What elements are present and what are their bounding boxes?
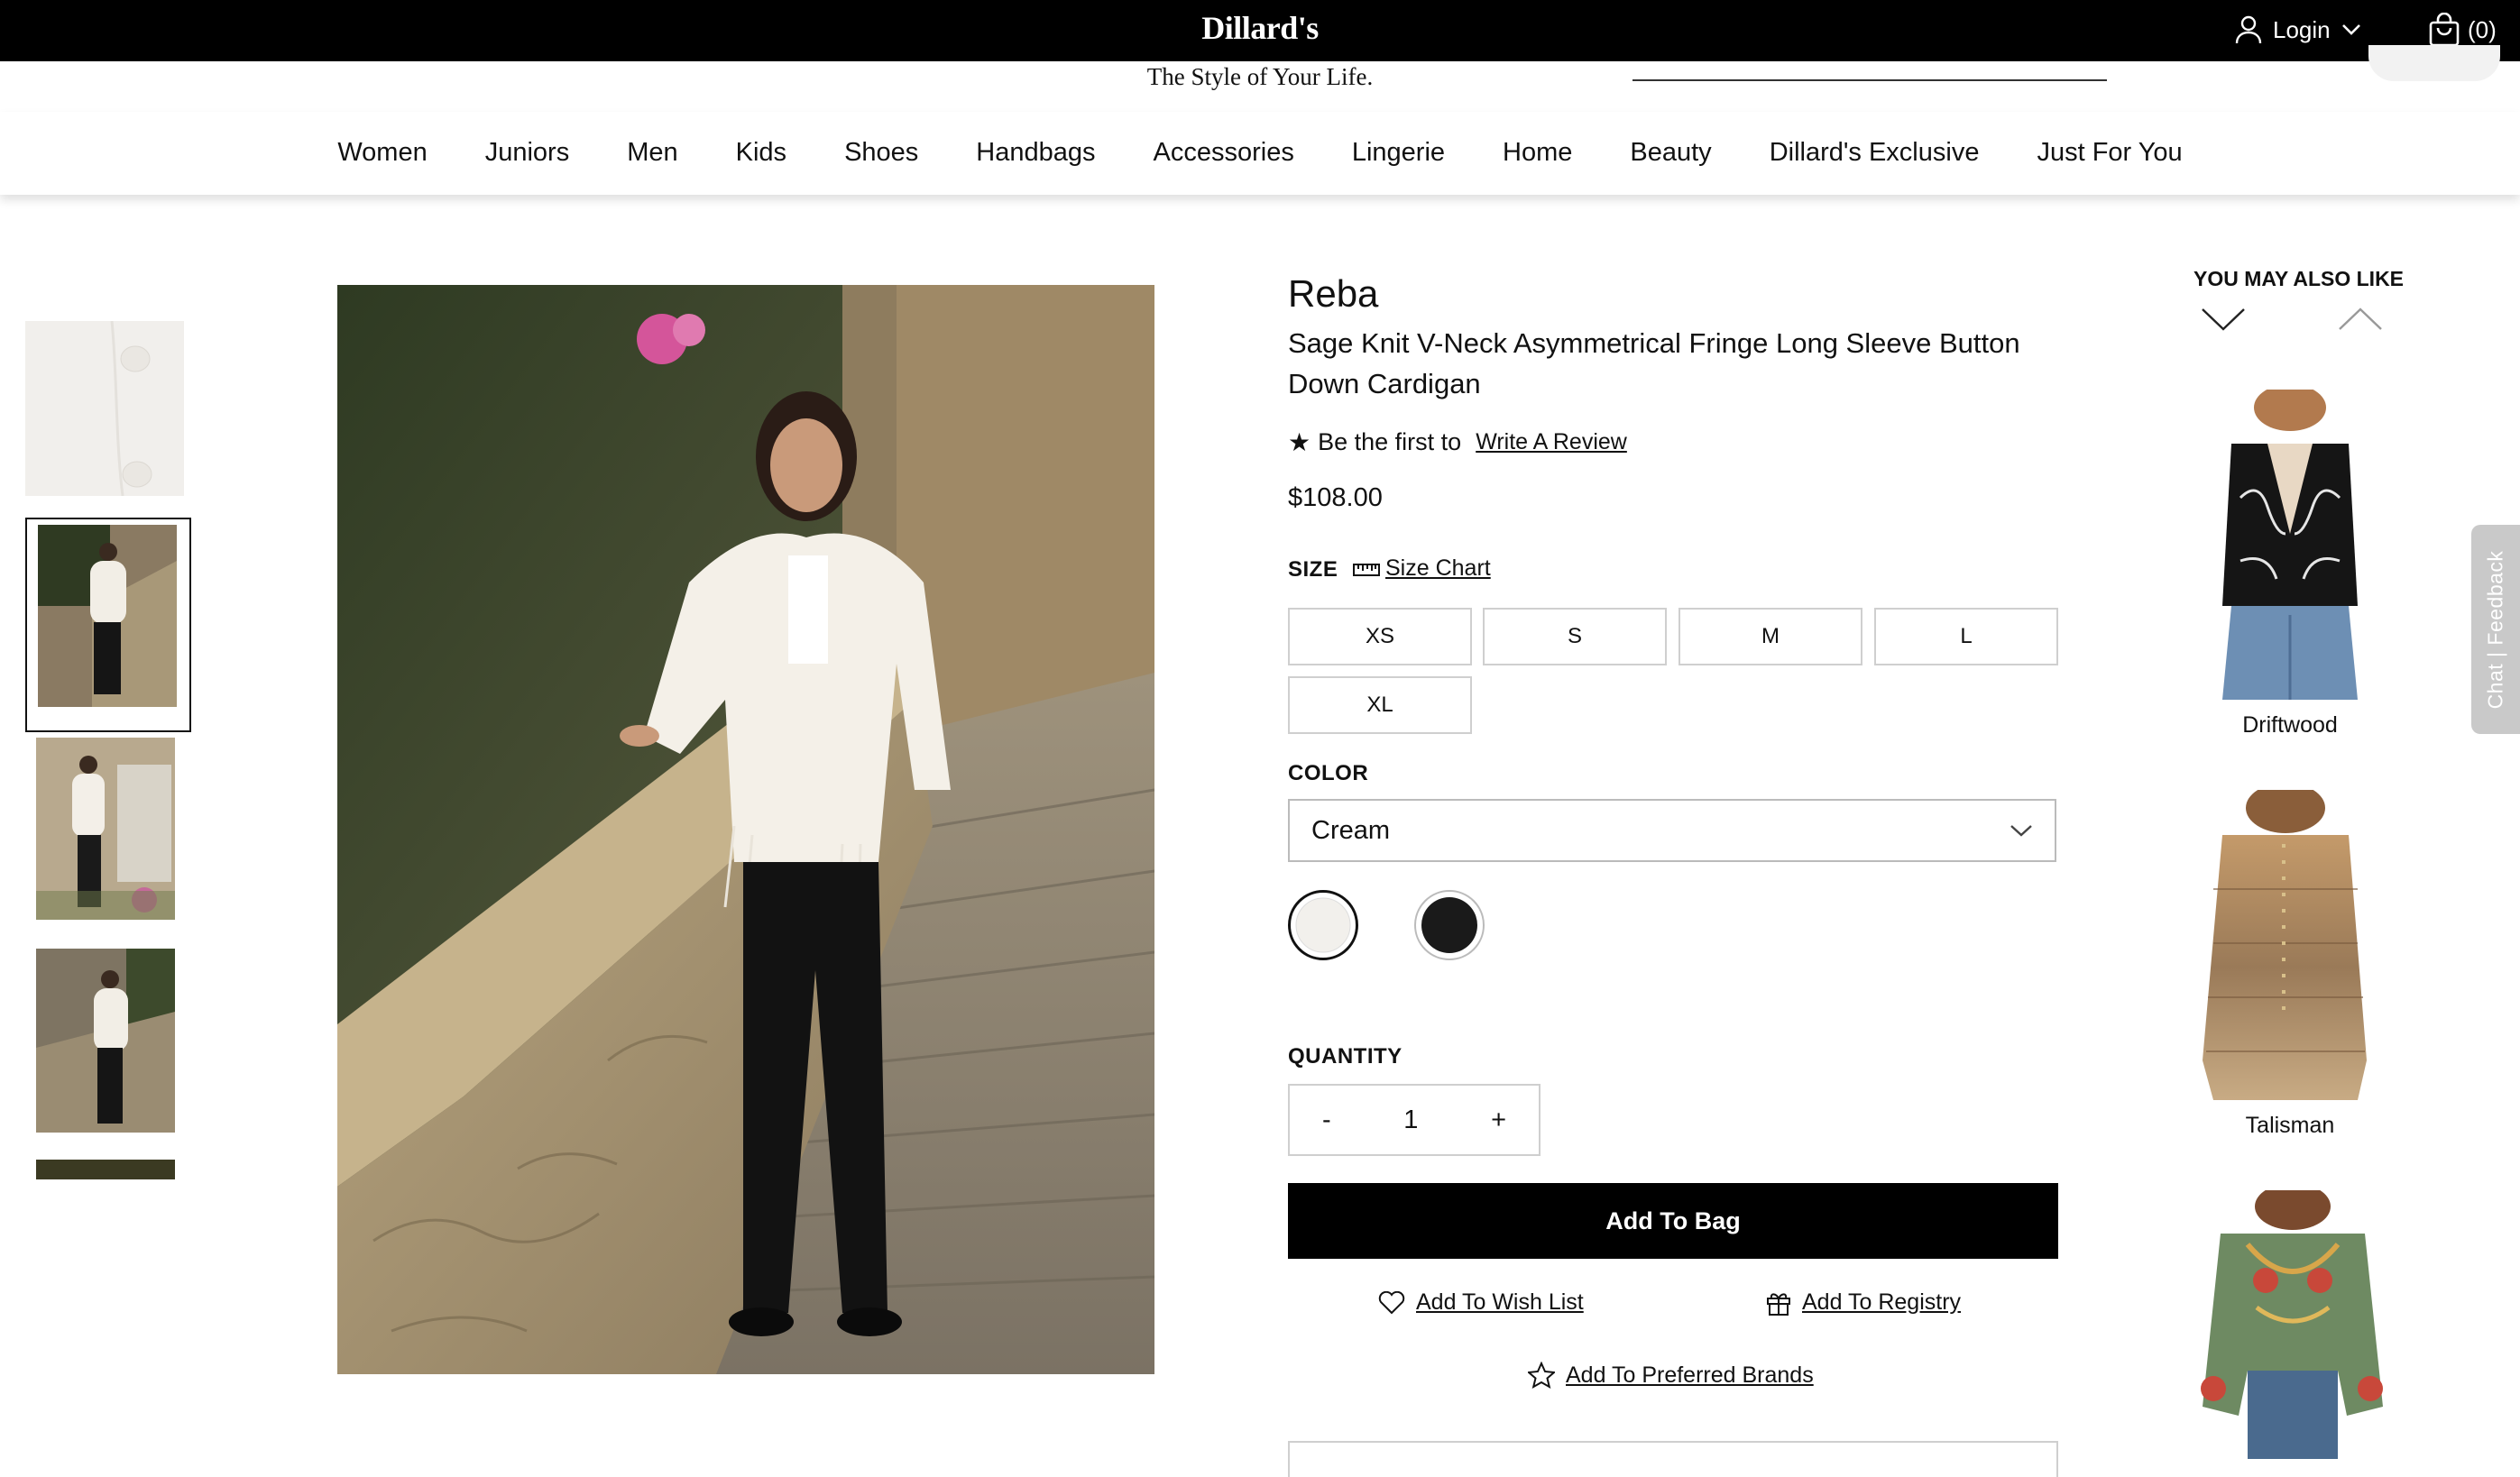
login-menu[interactable]: Login [2235,14,2361,46]
chevron-up-icon[interactable] [2338,307,2383,332]
size-button-m[interactable]: M [1678,608,1862,665]
login-label: Login [2273,15,2331,43]
details-accordion[interactable] [1288,1441,2058,1477]
main-product-image[interactable] [337,285,1154,1374]
product-name: Sage Knit V-Neck Asymmetrical Fringe Lon… [1288,327,2020,399]
recommendation-image-talisman[interactable] [2186,790,2383,1100]
chevron-down-icon[interactable] [2201,307,2246,332]
search-input[interactable] [1632,79,2107,81]
nav-item-women[interactable]: Women [308,133,455,171]
size-button-s[interactable]: S [1483,608,1667,665]
chevron-down-icon [2341,24,2360,35]
nav-item-accessories[interactable]: Accessories [1125,133,1323,171]
recommendation-label-driftwood[interactable]: Driftwood [2173,712,2407,738]
recommendations-title: YOU MAY ALSO LIKE [2194,267,2405,290]
quantity-plus-button[interactable]: + [1491,1105,1506,1135]
nav-item-shoes[interactable]: Shoes [815,133,947,171]
add-to-wish-list-link[interactable]: Add To Wish List [1378,1289,1584,1316]
quantity-label: QUANTITY [1288,1044,1403,1069]
nav-item-handbags[interactable]: Handbags [947,133,1124,171]
nav-item-kids[interactable]: Kids [707,133,815,171]
quantity-minus-button[interactable]: - [1322,1105,1331,1135]
size-label: SIZE [1288,557,1338,582]
chat-feedback-label: Chat | Feedback [2483,550,2507,709]
write-review-link[interactable]: Write A Review [1476,429,1627,455]
brand-name[interactable]: Reba [1288,272,1378,316]
size-chart-label: Size Chart [1385,555,1491,581]
chevron-down-icon [2010,825,2032,837]
star-outline-icon [1528,1362,1555,1389]
recommendation-label-talisman[interactable]: Talisman [2173,1113,2407,1139]
size-button-xs[interactable]: XS [1288,608,1472,665]
star-icon: ★ [1288,428,1311,456]
nav-item-beauty[interactable]: Beauty [1601,133,1740,171]
top-bar: Dillard's Login (0) [0,0,2520,61]
dillards-logo[interactable]: Dillard's [0,9,2520,47]
nav-item-just-for-you[interactable]: Just For You [2008,133,2211,171]
heart-icon [1378,1290,1405,1314]
swatch-cream[interactable] [1288,890,1358,960]
shopping-bag-icon [2429,13,2460,47]
preferred-brands-label: Add To Preferred Brands [1566,1362,1814,1388]
recommendation-image-embroidered-sweater[interactable] [2194,1190,2390,1459]
review-prompt: ★ Be the first to Write A Review [1288,427,1627,457]
add-to-registry-link[interactable]: Add To Registry [1766,1289,1961,1316]
tagline: The Style of Your Life. [1146,63,1374,90]
quantity-stepper: - 1 + [1288,1084,1541,1156]
nav-item-men[interactable]: Men [598,133,706,171]
user-icon [2235,15,2262,44]
color-select[interactable]: Cream [1288,799,2056,862]
nav-item-lingerie[interactable]: Lingerie [1323,133,1474,171]
nav-item-dillards-exclusive[interactable]: Dillard's Exclusive [1741,133,2009,171]
nav-item-home[interactable]: Home [1474,133,1601,171]
thumbnail-stairs-side[interactable] [36,949,175,1133]
gift-icon [1767,1292,1790,1316]
chat-feedback-tab[interactable]: Chat | Feedback [2471,525,2520,734]
thumbnail-stairs-front[interactable] [38,525,177,707]
ruler-icon [1353,563,1380,576]
nav-item-juniors[interactable]: Juniors [456,133,599,171]
add-to-bag-button[interactable]: Add To Bag [1288,1183,2058,1259]
thumbnail-detail[interactable] [25,321,184,496]
recommendation-image-driftwood[interactable] [2204,390,2376,700]
main-nav: Women Juniors Men Kids Shoes Handbags Ac… [0,112,2520,195]
size-button-xl[interactable]: XL [1288,676,1472,734]
size-chart-link[interactable]: Size Chart [1353,555,1491,582]
swatch-black[interactable] [1414,890,1485,960]
size-button-l[interactable]: L [1874,608,2058,665]
color-select-value: Cream [1311,815,1391,845]
add-to-preferred-brands-link[interactable]: Add To Preferred Brands [1528,1362,1814,1389]
product-price: $108.00 [1288,483,1383,512]
thumbnail-partial[interactable] [36,1160,175,1179]
registry-label: Add To Registry [1802,1289,1962,1315]
thumbnail-door[interactable] [36,738,175,920]
color-label: COLOR [1288,761,1369,785]
cart-count: (0) [2468,15,2497,43]
quantity-value[interactable]: 1 [1403,1105,1418,1135]
cart-button[interactable]: (0) [2428,13,2497,47]
review-prompt-text: Be the first to [1318,428,1462,455]
wish-list-label: Add To Wish List [1416,1289,1584,1315]
